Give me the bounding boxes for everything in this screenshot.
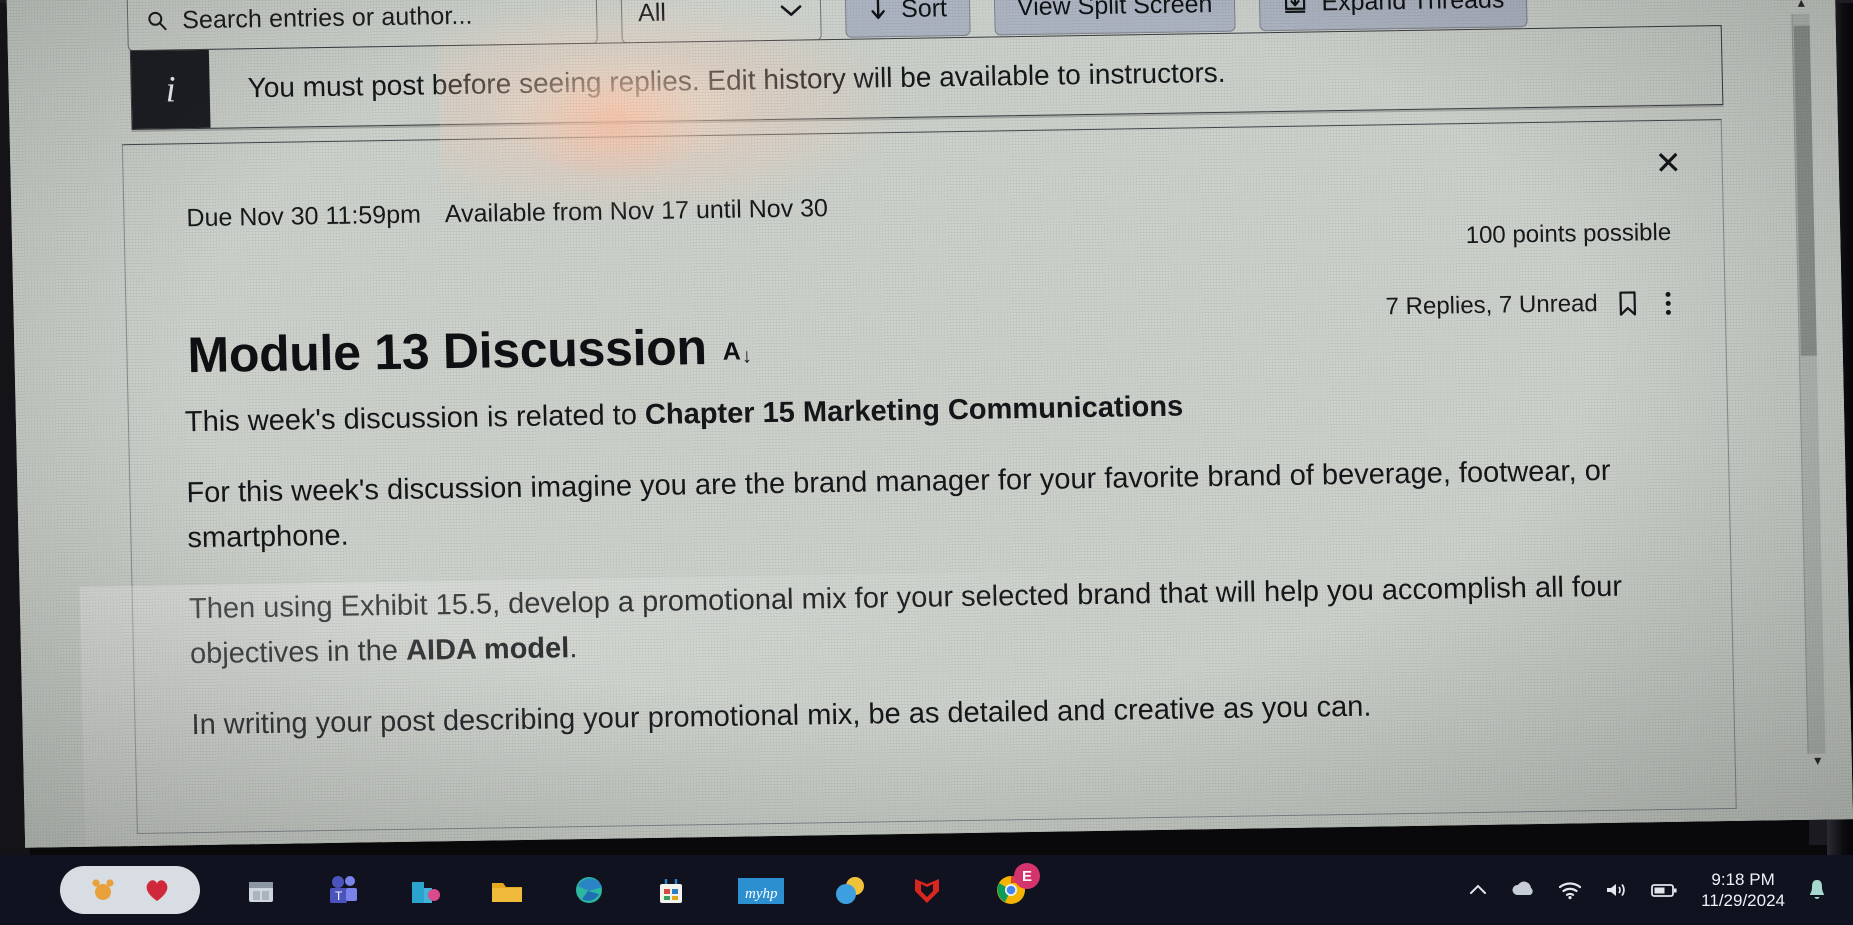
file-explorer-icon[interactable] (240, 869, 282, 911)
clock-date: 11/29/2024 (1701, 891, 1785, 910)
info-icon-glyph: i (165, 68, 177, 111)
anon-arrow: ↓ (741, 345, 753, 368)
screen-area: Search entries or author... All Sort Vie… (6, 0, 1853, 848)
body-text: This week's discussion is related to (184, 399, 646, 439)
replies-count-label: 7 Replies, 7 Unread (1385, 290, 1598, 321)
discussion-title-row: Module 13 Discussion A ↓ (187, 317, 752, 384)
page-title: Module 13 Discussion (186, 319, 708, 384)
chevron-up-icon[interactable] (1467, 882, 1489, 898)
bell-icon[interactable] (1807, 878, 1827, 902)
bookmark-icon[interactable] (1617, 290, 1638, 316)
microsoft-edge-icon[interactable] (568, 869, 610, 911)
taskbar-apps: T myhp E (0, 863, 1040, 914)
windows-taskbar: T myhp E 9:18 PM 11/29/2024 (0, 855, 1853, 925)
office-app-icon[interactable] (404, 869, 446, 911)
expand-threads-label: Expand Threads (1321, 0, 1505, 16)
taskbar-clock[interactable]: 9:18 PM 11/29/2024 (1701, 869, 1785, 912)
taskbar-pinned-pill[interactable] (60, 866, 200, 914)
speaker-icon[interactable] (1603, 880, 1629, 900)
search-icon (148, 11, 167, 31)
points-possible: 100 points possible (1465, 218, 1672, 250)
google-chrome-icon[interactable]: E (990, 863, 1040, 911)
cloud-icon[interactable] (1509, 880, 1537, 900)
close-icon[interactable]: ✕ (1654, 145, 1682, 181)
anon-letter: A (722, 337, 742, 366)
sort-button-label: Sort (900, 0, 948, 23)
discussion-card: ✕ Due Nov 30 11:59pm Available from Nov … (121, 119, 1737, 835)
emphasis-text: Chapter 15 Marketing Communications (644, 390, 1184, 432)
svg-text:myhp: myhp (745, 886, 778, 902)
discussion-paragraph: Then using Exhibit 15.5, develop a promo… (189, 564, 1661, 677)
filter-dropdown[interactable]: All (620, 0, 822, 44)
expand-threads-button[interactable]: Expand Threads (1258, 0, 1528, 32)
screen-photo: Search entries or author... All Sort Vie… (0, 0, 1853, 925)
discussion-paragraph: For this week's discussion imagine you a… (186, 448, 1658, 561)
down-arrow-icon (871, 0, 885, 20)
clock-time: 9:18 PM (1711, 869, 1775, 889)
view-split-screen-button[interactable]: View Split Screen (993, 0, 1237, 36)
chevron-down-icon (780, 5, 802, 16)
recording-app-icon[interactable] (136, 869, 178, 911)
mcafee-icon[interactable] (906, 869, 948, 911)
due-date: Due Nov 30 11:59pm (186, 200, 422, 233)
search-placeholder-text: Search entries or author... (181, 1, 473, 34)
chrome-badge: E (1014, 863, 1040, 889)
scrollbar-thumb[interactable] (1793, 25, 1817, 356)
sort-button[interactable]: Sort (844, 0, 971, 38)
paw-app-icon[interactable] (82, 869, 124, 911)
wifi-icon[interactable] (1557, 880, 1583, 900)
discussion-paragraph: This week's discussion is related to Cha… (184, 377, 1655, 445)
filter-selected-value: All (637, 0, 667, 27)
assignment-dates: Due Nov 30 11:59pm Available from Nov 17… (186, 194, 828, 233)
info-icon: i (130, 49, 211, 130)
scroll-up-arrow[interactable]: ▲ (1792, 0, 1810, 14)
kebab-menu-icon[interactable] (1657, 289, 1679, 316)
microsoft-store-icon[interactable] (650, 869, 692, 911)
taskbar-system-tray: 9:18 PM 11/29/2024 (1467, 869, 1853, 912)
weather-icon[interactable] (830, 869, 872, 911)
discussion-body: This week's discussion is related to Cha… (184, 377, 1662, 774)
emphasis-text: AIDA model (405, 631, 570, 667)
battery-icon[interactable] (1649, 880, 1679, 900)
replies-summary: 7 Replies, 7 Unread (1385, 289, 1679, 322)
body-text: Then using Exhibit 15.5, develop a promo… (188, 570, 1623, 670)
discussion-paragraph: In writing your post describing your pro… (191, 680, 1662, 748)
body-text: . (568, 631, 578, 664)
my-hp-icon[interactable]: myhp (732, 869, 790, 911)
scroll-down-arrow[interactable]: ▼ (1809, 753, 1827, 771)
page-scrollbar[interactable]: ▲ ▼ (1791, 0, 1826, 768)
available-dates: Available from Nov 17 until Nov 30 (444, 194, 829, 229)
body-text: For this week's discussion imagine you a… (186, 454, 1611, 555)
anonymous-author-icon: A ↓ (722, 337, 752, 375)
svg-text:T: T (335, 889, 343, 903)
microsoft-teams-icon[interactable]: T (322, 869, 364, 911)
body-text: In writing your post describing your pro… (191, 690, 1372, 741)
folder-icon[interactable] (486, 869, 528, 911)
view-split-screen-label: View Split Screen (1016, 0, 1213, 21)
download-tray-icon (1285, 0, 1306, 14)
